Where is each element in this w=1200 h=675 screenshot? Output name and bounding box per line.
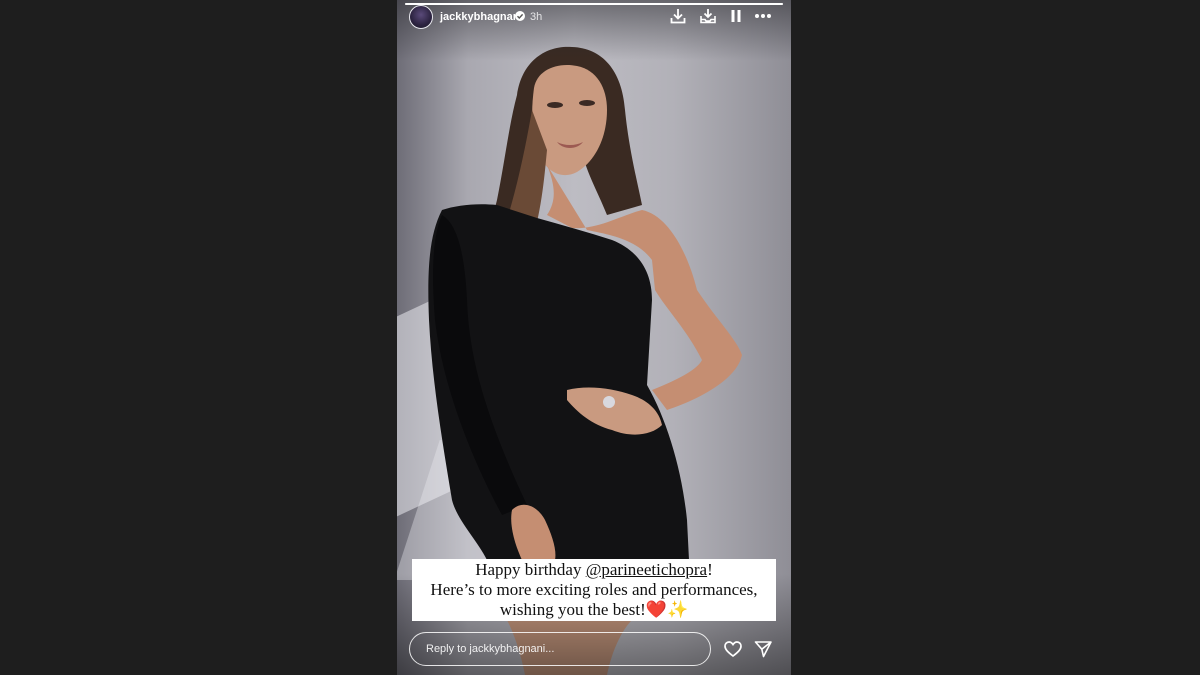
caption-line-1: Happy birthday @parineetichopra!	[412, 560, 776, 580]
reply-input[interactable]: Reply to jackkybhagnani...	[409, 632, 711, 666]
avatar[interactable]	[409, 5, 433, 29]
story-progress-bar	[405, 3, 783, 5]
more-icon[interactable]	[754, 7, 772, 25]
story-caption: Happy birthday @parineetichopra! Here’s …	[412, 559, 776, 621]
caption-line-1-prefix: Happy birthday	[475, 560, 586, 579]
caption-line-1-suffix: !	[707, 560, 713, 579]
mention-link[interactable]: @parineetichopra	[586, 560, 707, 579]
story-viewer[interactable]: jackkybhagnani 3h Happy birthday @parine…	[397, 0, 791, 675]
post-time: 3h	[530, 11, 543, 23]
story-progress-fill	[405, 3, 783, 5]
verified-badge-icon	[515, 11, 525, 21]
heart-icon[interactable]	[723, 639, 743, 659]
caption-line-2: Here’s to more exciting roles and perfor…	[430, 580, 758, 599]
username[interactable]: jackkybhagnani	[440, 11, 523, 23]
download-icon[interactable]	[669, 7, 687, 25]
caption-line-3: wishing you the best!❤️✨	[499, 600, 689, 619]
download-tray-icon[interactable]	[699, 7, 717, 25]
send-icon[interactable]	[753, 639, 773, 659]
pause-icon[interactable]	[727, 7, 745, 25]
